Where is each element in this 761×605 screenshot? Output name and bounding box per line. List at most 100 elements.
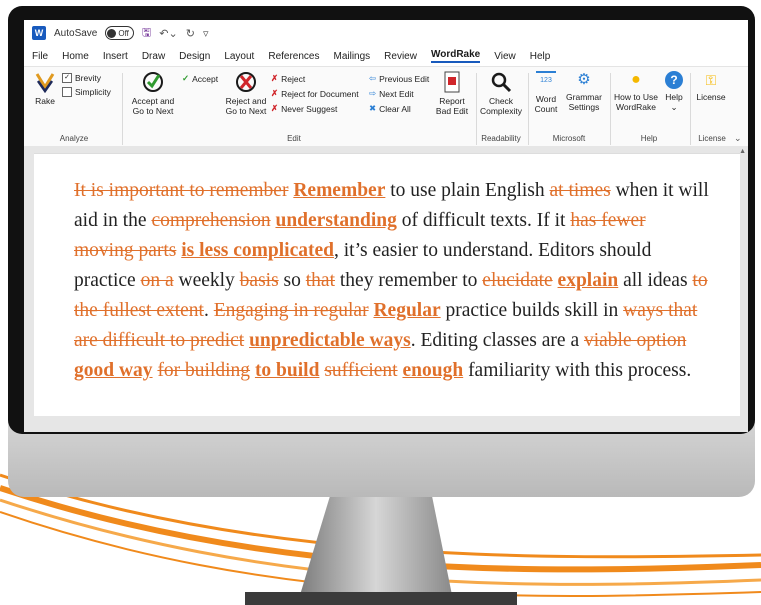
word-app-icon: W — [32, 26, 46, 40]
scroll-up-icon[interactable]: ▲ — [739, 148, 746, 155]
previous-edit-button[interactable]: ⇦ Previous Edit — [369, 73, 429, 84]
accept-next-label-1: Accept and — [131, 96, 175, 106]
rake-button[interactable]: Rake — [30, 71, 60, 106]
help-question-icon: ? — [665, 71, 683, 89]
grammar-gear-icon: ⚙ — [577, 71, 591, 88]
simplicity-checkbox[interactable]: Simplicity — [62, 87, 111, 97]
deleted-text[interactable]: viable option — [584, 330, 686, 351]
simplicity-label: Simplicity — [75, 87, 111, 97]
deleted-text[interactable]: Engaging in regular — [214, 300, 369, 321]
accept-button[interactable]: ✓ Accept — [182, 73, 218, 84]
reject-for-document-button[interactable]: ✗ Reject for Document — [271, 88, 359, 99]
suggested-edit[interactable]: is less complicated — [181, 240, 334, 261]
never-suggest-button[interactable]: ✗ Never Suggest — [271, 103, 337, 114]
tab-review[interactable]: Review — [384, 51, 417, 62]
autosave-toggle[interactable]: Off — [105, 26, 134, 40]
deleted-text[interactable]: at times — [550, 180, 611, 201]
accept-small-icon: ✓ — [182, 73, 190, 83]
word-count-button[interactable]: 123 Word Count — [532, 71, 560, 114]
wordrake-ribbon: Rake ✓ Brevity Simplicity Analyze Accept … — [24, 66, 748, 148]
check-label-1: Check — [488, 96, 514, 106]
reject-doc-label: Reject for Document — [281, 88, 359, 99]
group-analyze: Analyze — [59, 134, 89, 143]
title-bar: W AutoSave Off 🖫 ↶⌄ ↻ ▿ — [24, 20, 748, 46]
suggested-edit[interactable]: Remember — [293, 180, 385, 201]
tab-layout[interactable]: Layout — [224, 51, 254, 62]
tab-help[interactable]: Help — [530, 51, 551, 62]
grammar-settings-button[interactable]: ⚙ Grammar Settings — [562, 71, 606, 112]
brevity-checkbox[interactable]: ✓ Brevity — [62, 73, 101, 83]
help-label: Help — [665, 92, 683, 102]
group-readability: Readability — [481, 134, 521, 143]
suggested-edit[interactable]: unpredictable ways — [249, 330, 411, 351]
deleted-text[interactable]: comprehension — [151, 210, 270, 231]
grammar-label-1: Grammar — [566, 92, 602, 102]
suggested-edit[interactable]: good way — [74, 360, 153, 381]
deleted-text[interactable]: basis — [240, 270, 279, 291]
save-icon[interactable]: 🖫 — [142, 24, 151, 43]
tab-home[interactable]: Home — [62, 51, 89, 62]
accept-check-icon — [143, 72, 163, 92]
grammar-label-2: Settings — [568, 102, 600, 112]
tab-file[interactable]: File — [32, 51, 48, 62]
word-window: W AutoSave Off 🖫 ↶⌄ ↻ ▿ File Home Insert Dr… — [24, 20, 748, 432]
check-complexity-button[interactable]: Check Complexity — [479, 71, 523, 116]
suggested-edit[interactable]: to build — [255, 360, 320, 381]
tab-mailings[interactable]: Mailings — [333, 51, 370, 62]
license-button[interactable]: ⚿ License — [694, 71, 728, 102]
ribbon-tabs: File Home Insert Draw Design Layout References… — [24, 46, 748, 66]
accept-label: Accept — [192, 73, 219, 84]
body-text: practice builds skill in — [440, 300, 624, 321]
license-key-icon: ⚿ — [705, 72, 717, 88]
suggested-edit[interactable]: explain — [558, 270, 619, 291]
tab-wordrake[interactable]: WordRake — [430, 49, 481, 63]
suggested-edit[interactable]: understanding — [275, 210, 396, 231]
rake-label: Rake — [35, 96, 55, 106]
group-edit: Edit — [287, 134, 301, 143]
group-microsoft: Microsoft — [552, 134, 586, 143]
group-help: Help — [640, 134, 658, 143]
simplicity-check-icon — [62, 87, 72, 97]
body-text: to use plain English — [385, 180, 550, 201]
body-text: of difficult texts. If it — [396, 210, 571, 231]
undo-icon[interactable]: ↶⌄ — [159, 27, 177, 40]
help-dropdown-icon: ⌄ — [670, 102, 678, 112]
report-label-2: Bad Edit — [435, 106, 469, 116]
collapse-ribbon-icon[interactable]: ⌄ — [734, 133, 742, 144]
suggested-edit[interactable]: enough — [402, 360, 463, 381]
tab-view[interactable]: View — [494, 51, 516, 62]
never-suggest-label: Never Suggest — [281, 103, 338, 114]
suggested-edit[interactable]: Regular — [373, 300, 440, 321]
body-text: familiarity with this process. — [463, 360, 692, 381]
how-to-use-wordrake-button[interactable]: ● How to Use WordRake — [612, 71, 660, 112]
help-button[interactable]: ? Help ⌄ — [662, 71, 686, 112]
reject-button[interactable]: ✗ Reject — [271, 73, 305, 84]
document-paragraph[interactable]: It is important to remember Remember to … — [34, 154, 740, 386]
tab-references[interactable]: References — [268, 51, 319, 62]
accept-and-go-to-next-button[interactable]: Accept and Go to Next — [128, 71, 178, 116]
tab-design[interactable]: Design — [179, 51, 210, 62]
redo-icon[interactable]: ↻ — [186, 27, 195, 40]
deleted-text[interactable]: elucidate — [482, 270, 552, 291]
deleted-text[interactable]: It is important to remember — [74, 180, 288, 201]
body-text: they remember to — [335, 270, 483, 291]
previous-edit-label: Previous Edit — [379, 73, 430, 84]
group-license: License — [698, 134, 726, 143]
deleted-text[interactable]: on a — [141, 270, 174, 291]
clear-all-label: Clear All — [379, 103, 411, 114]
report-document-icon — [444, 71, 460, 93]
tab-draw[interactable]: Draw — [142, 51, 165, 62]
never-suggest-icon: ✗ — [271, 103, 279, 113]
customize-quick-access-icon[interactable]: ▿ — [203, 27, 209, 40]
next-edit-button[interactable]: ⇨ Next Edit — [369, 88, 414, 99]
report-bad-edit-button[interactable]: Report Bad Edit — [432, 71, 472, 116]
deleted-text[interactable]: that — [306, 270, 335, 291]
deleted-text[interactable]: sufficient — [324, 360, 397, 381]
body-text: . Editing classes are a — [410, 330, 584, 351]
deleted-text[interactable]: for building — [157, 360, 250, 381]
check-label-2: Complexity — [479, 106, 523, 116]
tab-insert[interactable]: Insert — [103, 51, 128, 62]
reject-and-go-to-next-button[interactable]: Reject and Go to Next — [220, 71, 272, 116]
document-page[interactable]: It is important to remember Remember to … — [34, 153, 740, 416]
clear-all-button[interactable]: ✖ Clear All — [369, 103, 411, 114]
